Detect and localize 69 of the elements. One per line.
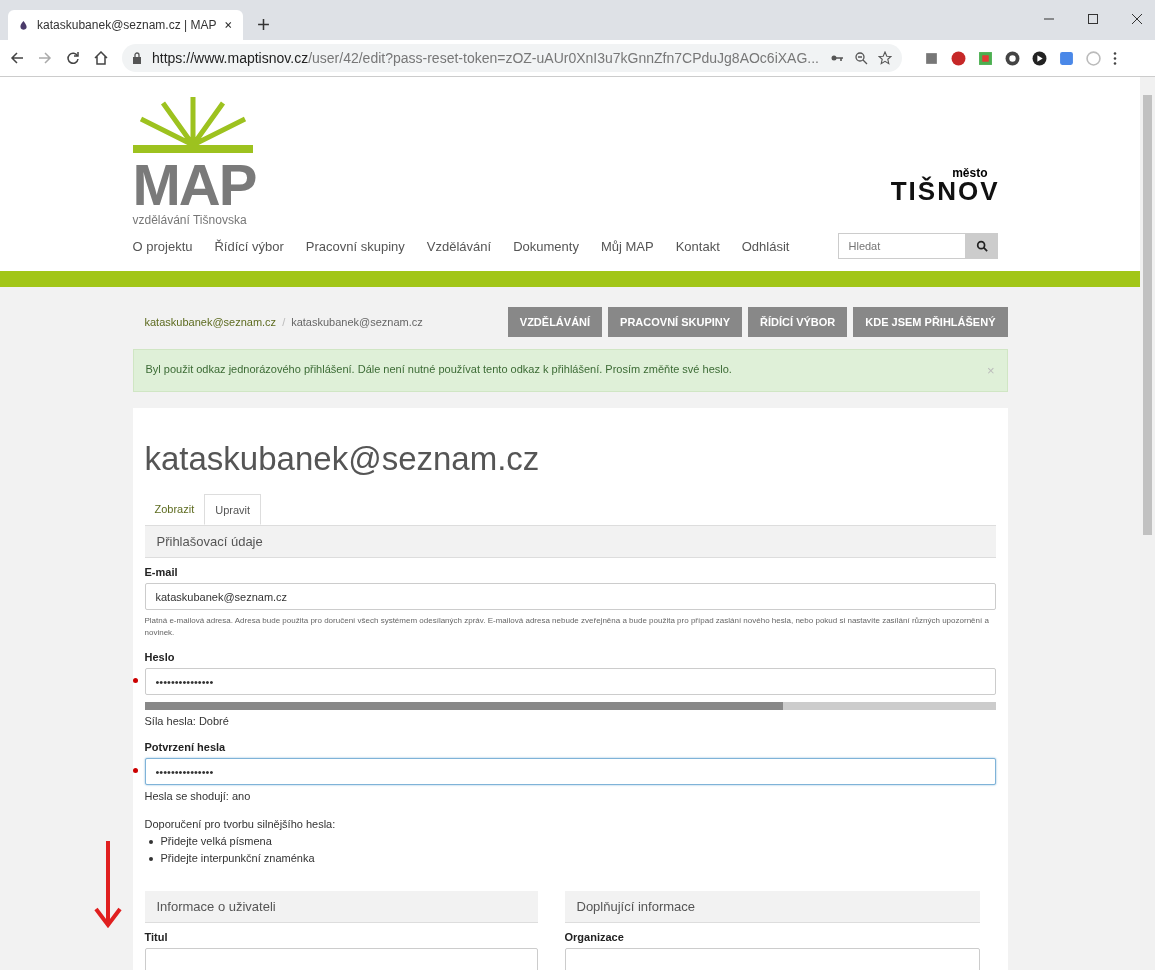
recommendation-item: Přidejte interpunkční znaménka bbox=[160, 851, 315, 866]
nav-button[interactable]: VZDĚLÁVÁNÍ bbox=[507, 307, 603, 337]
search-field[interactable]: Hledat bbox=[837, 233, 966, 259]
page-title: kataskubanek@seznam.cz bbox=[144, 440, 541, 478]
nav-button[interactable]: ŘÍDÍCÍ VÝBOR bbox=[748, 307, 848, 337]
recommendation-item: Přidejte velká písmena bbox=[160, 834, 272, 849]
text-field[interactable] bbox=[144, 948, 538, 970]
extension-icon[interactable] bbox=[924, 50, 939, 66]
recommendation-title: Doporučení pro tvorbu silnějšího hesla: bbox=[144, 818, 337, 830]
lock-icon bbox=[132, 52, 142, 64]
home-icon[interactable] bbox=[94, 51, 108, 65]
section-header: Doplňující informace bbox=[564, 891, 980, 923]
browser-tab[interactable]: kataskubanek@seznam.cz | MAP bbox=[8, 10, 243, 40]
breadcrumb-link[interactable]: kataskubanek@seznam.cz bbox=[144, 316, 277, 328]
section-header: Informace o uživateli bbox=[144, 891, 538, 923]
nav-button[interactable]: PRACOVNÍ SKUPINY bbox=[608, 307, 743, 337]
bullet-icon bbox=[148, 839, 153, 844]
field-label: Titul bbox=[144, 931, 169, 943]
nav-link[interactable]: Kontakt bbox=[675, 238, 720, 254]
logo-text: MAP bbox=[132, 157, 257, 213]
nav-link[interactable]: Vzdělávání bbox=[426, 238, 492, 254]
alert-message: Byl použit odkaz jednorázového přihlášení. Dále není nutné používat tento odkaz k přihlášení. Prosím změňte své heslo. bbox=[145, 363, 732, 377]
menu-icon[interactable] bbox=[1113, 50, 1117, 66]
close-icon[interactable] bbox=[1131, 13, 1143, 25]
reload-icon[interactable] bbox=[66, 51, 80, 65]
field-label: Heslo bbox=[144, 651, 176, 663]
tab[interactable]: Upravit bbox=[204, 494, 262, 525]
extension-icon[interactable] bbox=[951, 50, 966, 66]
field-label: E-mail bbox=[144, 566, 179, 578]
translate-icon[interactable] bbox=[1059, 50, 1074, 66]
text-field[interactable] bbox=[564, 948, 980, 970]
url-text: https://www.maptisnov.cz/user/42/edit?pass-reset-token=zOZ-uAUr0XnI3u7kGnnZfn7CPduJg8AOc6iXAG... bbox=[152, 50, 820, 66]
zoom-icon[interactable] bbox=[854, 51, 868, 65]
breadcrumb-current: kataskubanek@seznam.cz bbox=[291, 316, 423, 328]
tab-title: kataskubanek@seznam.cz | MAP bbox=[37, 18, 217, 32]
address-bar[interactable]: https://www.maptisnov.cz/user/42/edit?pass-reset-token=zOZ-uAUr0XnI3u7kGnnZfn7CPduJg8AOc6iXAG... bbox=[122, 44, 902, 72]
tab[interactable]: Zobrazit bbox=[144, 494, 205, 525]
extension-icon[interactable] bbox=[978, 50, 993, 66]
nav-link[interactable]: Řídící výbor bbox=[214, 238, 284, 254]
breadcrumb-separator: / bbox=[282, 316, 286, 328]
nav-link[interactable]: Můj MAP bbox=[600, 238, 654, 254]
scroll-thumb[interactable] bbox=[1143, 95, 1152, 535]
password-confirm-field[interactable]: ••••••••••••••• bbox=[144, 758, 996, 785]
logo-subtitle: vzdělávání Tišnovska bbox=[132, 213, 248, 227]
nav-link[interactable]: O projektu bbox=[132, 238, 193, 254]
nav-link[interactable]: Dokumenty bbox=[513, 238, 579, 254]
bullet-icon bbox=[148, 856, 153, 861]
match-text: Hesla se shodují: ano bbox=[144, 790, 252, 802]
strength-text: Síla hesla: Dobré bbox=[144, 715, 230, 727]
section-header: Přihlašovací údaje bbox=[144, 526, 996, 558]
help-text: Platná e-mailová adresa. Adresa bude použita pro doručení všech systémem odesílaných zpráv. E-mailová adresa nebude zveřejněna a bude použita pro případ zaslání nového hesla, nebo pokud si nastavíte zasílání různých upozornění a novinek. bbox=[144, 615, 990, 639]
star-icon[interactable] bbox=[878, 51, 892, 65]
password-field[interactable]: ••••••••••••••• bbox=[144, 668, 996, 695]
email-field[interactable]: kataskubanek@seznam.cz bbox=[144, 583, 996, 610]
nav-link[interactable]: Pracovní skupiny bbox=[305, 238, 405, 254]
search-button[interactable] bbox=[965, 233, 998, 259]
search-icon bbox=[975, 240, 988, 252]
field-label: Potvrzení hesla bbox=[144, 741, 227, 753]
maximize-icon[interactable] bbox=[1087, 13, 1099, 25]
play-icon[interactable] bbox=[1032, 50, 1047, 66]
close-icon[interactable] bbox=[224, 20, 233, 30]
sun-rays-logo-icon bbox=[132, 95, 253, 155]
field-label: Organizace bbox=[564, 931, 625, 943]
nav-link[interactable]: Odhlásit bbox=[741, 238, 790, 254]
extension-icon[interactable] bbox=[1005, 50, 1020, 66]
new-tab-icon[interactable] bbox=[257, 18, 270, 31]
back-icon[interactable] bbox=[10, 51, 24, 65]
nav-button[interactable]: KDE JSEM PŘIHLÁŠENÝ bbox=[853, 307, 1008, 337]
down-arrow-icon bbox=[93, 839, 123, 929]
